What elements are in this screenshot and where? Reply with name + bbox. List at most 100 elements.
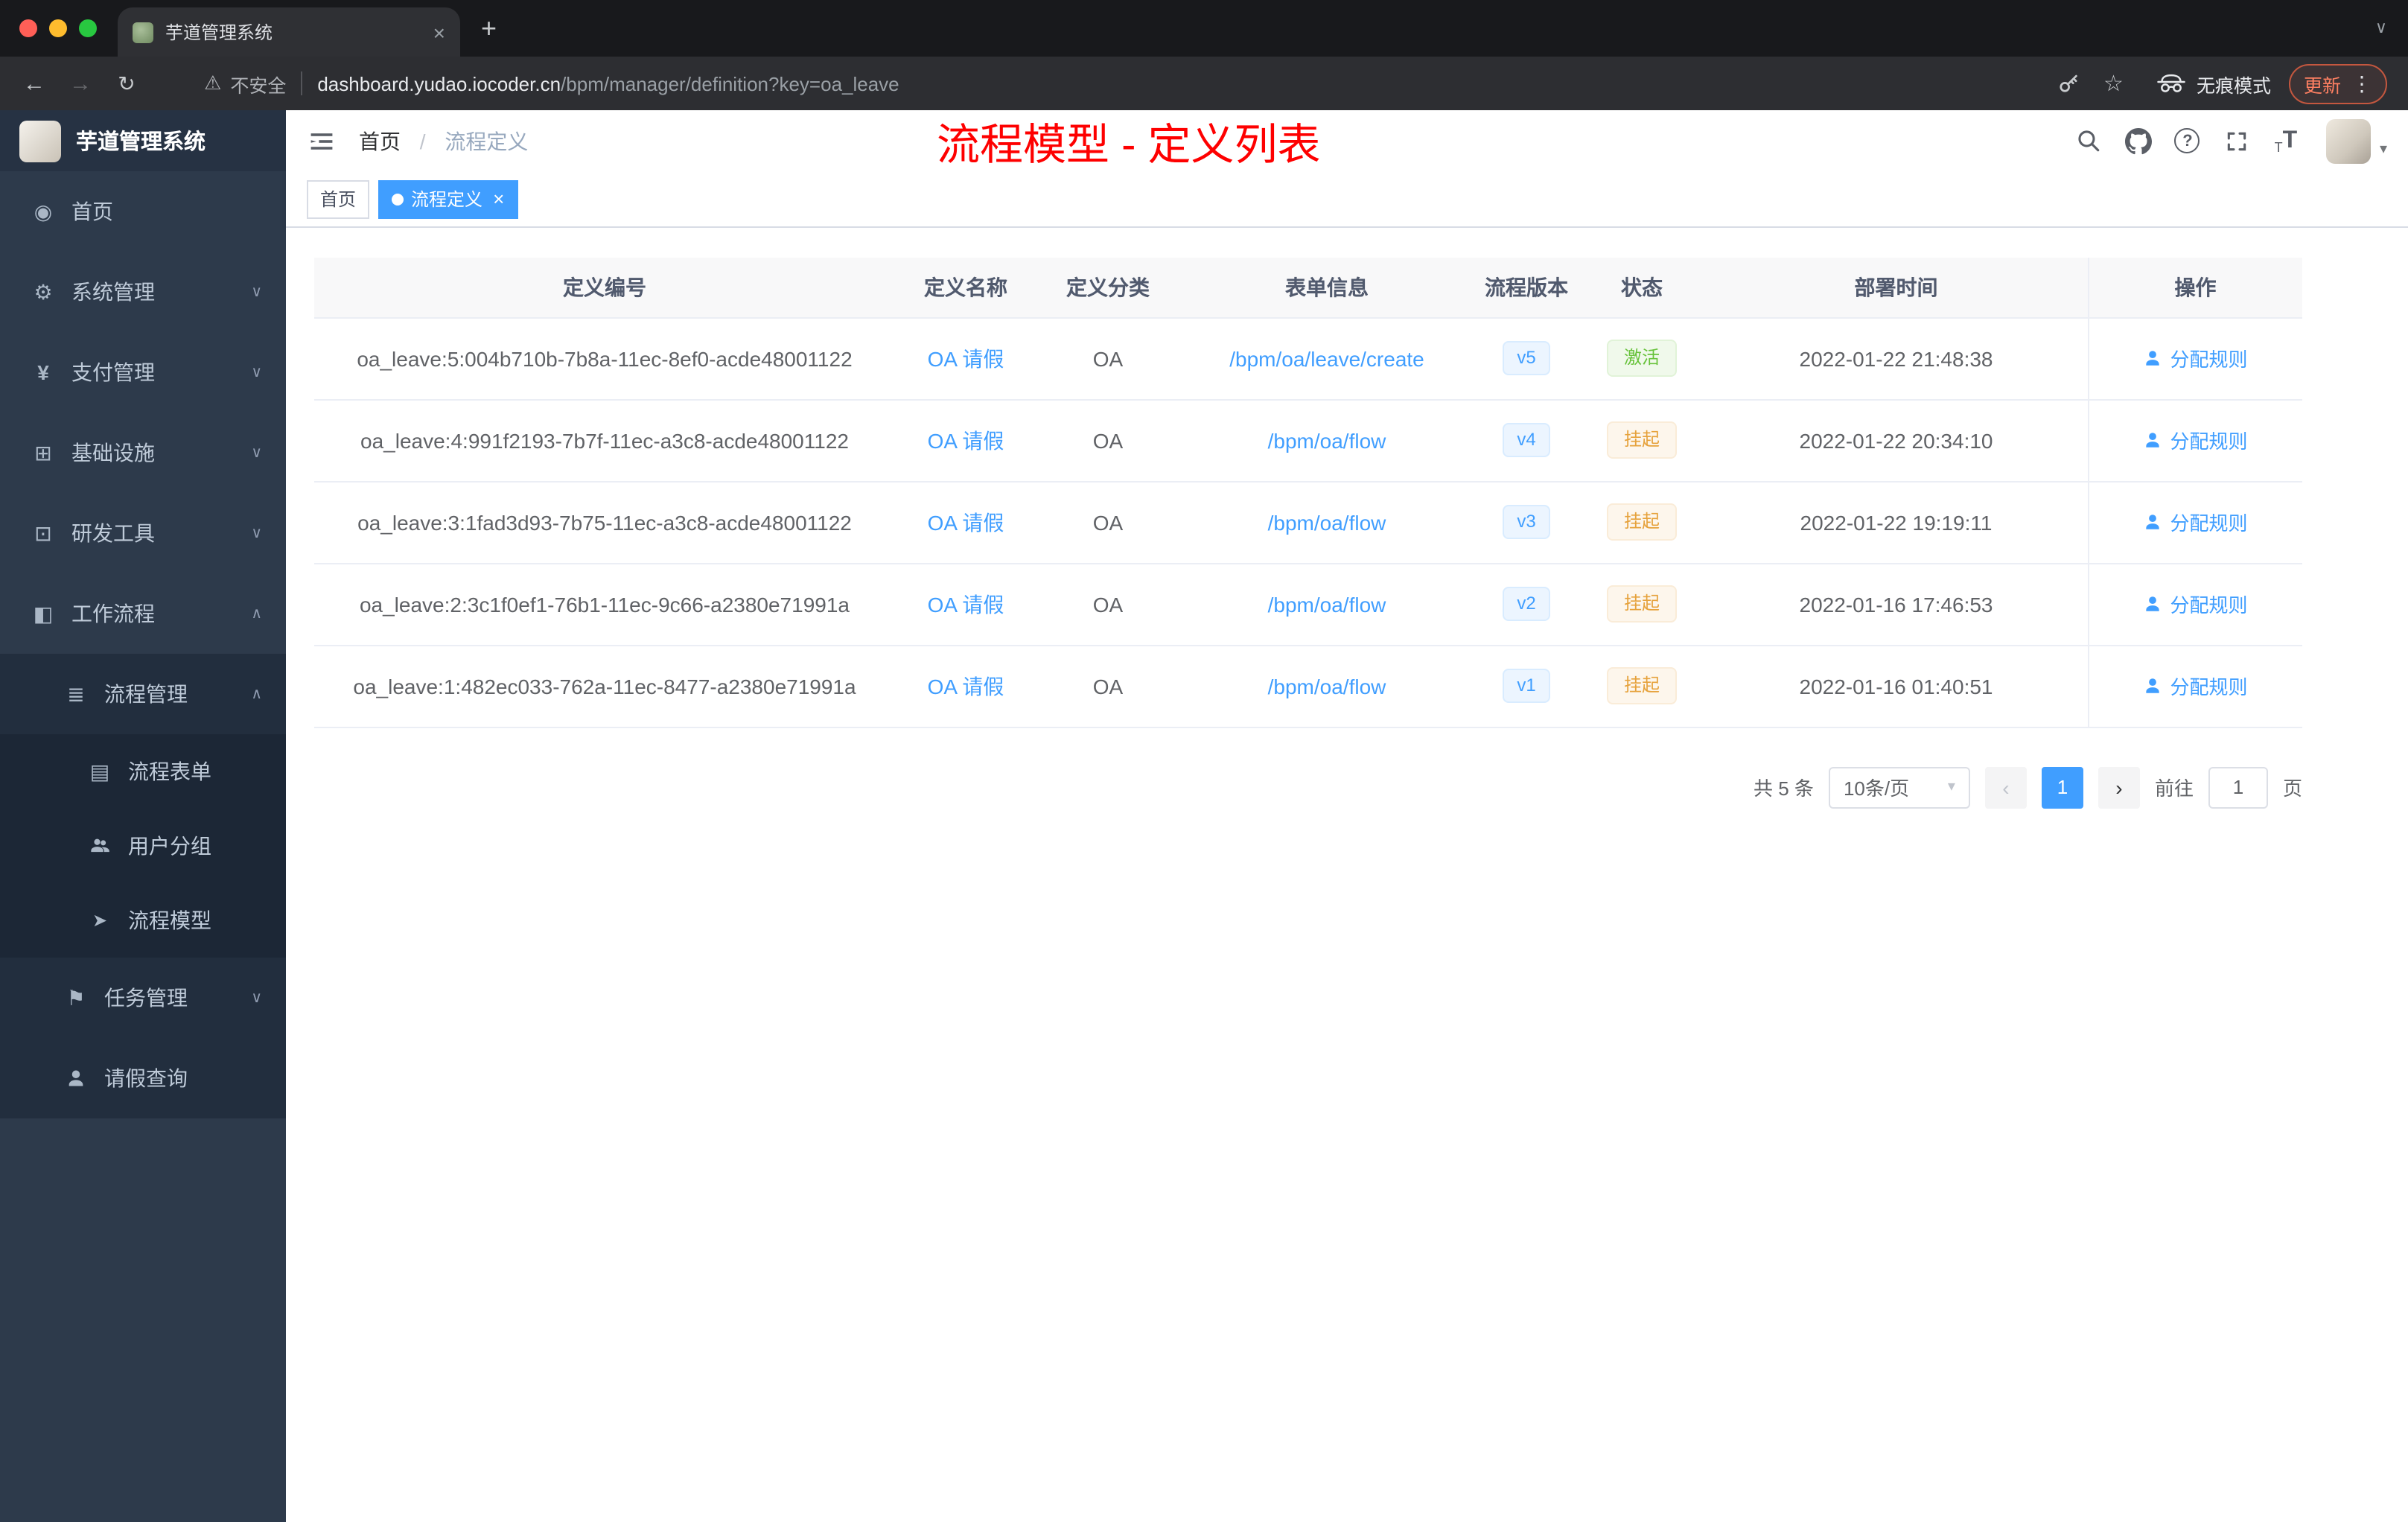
back-button[interactable]: ← xyxy=(15,64,54,103)
tag-home[interactable]: 首页 xyxy=(307,179,370,218)
assign-rule-label: 分配规则 xyxy=(2170,676,2248,698)
forward-button[interactable]: → xyxy=(61,64,100,103)
assign-rule-link[interactable]: 分配规则 xyxy=(2143,508,2248,536)
column-header: 定义名称 xyxy=(895,258,1036,318)
address-bar: ← → ↻ ⚠ 不安全 dashboard.yudao.iocoder.cn/b… xyxy=(0,57,2408,110)
sidebar-collapse-icon[interactable] xyxy=(308,127,335,154)
bookmark-star-icon[interactable]: ☆ xyxy=(2103,70,2124,97)
sidebar-item-label: 用户分组 xyxy=(128,834,211,858)
form-link[interactable]: /bpm/oa/leave/create xyxy=(1229,346,1424,370)
github-icon[interactable] xyxy=(2119,121,2158,160)
avatar[interactable] xyxy=(2325,118,2371,163)
sidebar-item-payment-management[interactable]: 支付管理 xyxy=(0,332,286,413)
assign-rule-link[interactable]: 分配规则 xyxy=(2143,426,2248,454)
help-icon[interactable] xyxy=(2168,121,2207,160)
form-icon xyxy=(83,759,116,784)
workflow-icon xyxy=(27,601,60,626)
assign-rule-link[interactable]: 分配规则 xyxy=(2143,672,2248,700)
assign-rule-link[interactable]: 分配规则 xyxy=(2143,344,2248,372)
pagination: 共 5 条 10条/页 ‹ 1 › 前往 页 xyxy=(314,766,2302,808)
column-header: 定义编号 xyxy=(314,258,895,318)
url-path: /bpm/manager/definition?key=oa_leave xyxy=(561,72,899,95)
sidebar: 芋道管理系统 首页 系统管理 支付管理 基础设施 xyxy=(0,110,286,1522)
user-icon xyxy=(2146,351,2160,366)
search-icon[interactable] xyxy=(2070,121,2109,160)
table-header-row: 定义编号 定义名称 定义分类 表单信息 流程版本 状态 部署时间 操作 xyxy=(314,258,2302,318)
dashboard-icon xyxy=(27,199,60,224)
tasks-icon xyxy=(60,985,92,1010)
sidebar-item-infrastructure[interactable]: 基础设施 xyxy=(0,413,286,493)
update-label: 更新 xyxy=(2303,75,2341,96)
dev-tools-icon xyxy=(27,520,60,546)
tag-process-definition[interactable]: 流程定义 xyxy=(378,179,518,218)
refresh-button[interactable]: ↻ xyxy=(107,64,146,103)
form-link[interactable]: /bpm/oa/flow xyxy=(1268,510,1386,534)
tab-title: 芋道管理系统 xyxy=(165,22,273,43)
sidebar-item-dev-tools[interactable]: 研发工具 xyxy=(0,493,286,573)
prev-page-button[interactable]: ‹ xyxy=(1984,766,2027,808)
definition-name-link[interactable]: OA 请假 xyxy=(928,510,1004,534)
sidebar-item-home[interactable]: 首页 xyxy=(0,171,286,252)
definition-name-link[interactable]: OA 请假 xyxy=(928,592,1004,616)
font-size-icon[interactable] xyxy=(2267,121,2305,160)
sidebar-logo[interactable]: 芋道管理系统 xyxy=(0,110,286,171)
sidebar-item-system-management[interactable]: 系统管理 xyxy=(0,252,286,332)
category-cell: OA xyxy=(1036,317,1179,400)
page-1-button[interactable]: 1 xyxy=(2041,766,2083,808)
app-frame: 芋道管理系统 首页 系统管理 支付管理 基础设施 xyxy=(0,110,2408,1522)
definition-name-link[interactable]: OA 请假 xyxy=(928,428,1004,452)
category-cell: OA xyxy=(1036,645,1179,727)
sidebar-item-process-form[interactable]: 流程表单 xyxy=(0,734,286,809)
zoom-window-button[interactable] xyxy=(79,19,97,37)
fullscreen-icon[interactable] xyxy=(2217,121,2256,160)
table-row: oa_leave:4:991f2193-7b7f-11ec-a3c8-acde4… xyxy=(314,399,2302,482)
category-cell: OA xyxy=(1036,399,1179,482)
pagination-total: 共 5 条 xyxy=(1754,777,1814,800)
goto-page-input[interactable] xyxy=(2208,766,2268,808)
browser-menu-icon[interactable]: ⋮ xyxy=(2351,71,2372,96)
form-link[interactable]: /bpm/oa/flow xyxy=(1268,674,1386,698)
close-icon[interactable] xyxy=(493,189,504,208)
new-tab-button[interactable]: + xyxy=(481,15,497,42)
definition-id-cell: oa_leave:5:004b710b-7b8a-11ec-8ef0-acde4… xyxy=(314,317,895,400)
assign-rule-label: 分配规则 xyxy=(2170,348,2248,371)
security-chip[interactable]: ⚠ 不安全 xyxy=(204,69,286,98)
minimize-window-button[interactable] xyxy=(49,19,67,37)
column-header: 流程版本 xyxy=(1474,258,1579,318)
table-row: oa_leave:3:1fad3d93-7b75-11ec-a3c8-acde4… xyxy=(314,481,2302,564)
sidebar-item-user-group[interactable]: 用户分组 xyxy=(0,809,286,883)
sidebar-item-workflow[interactable]: 工作流程 xyxy=(0,573,286,654)
column-header: 表单信息 xyxy=(1179,258,1474,318)
next-page-button[interactable]: › xyxy=(2098,766,2140,808)
definition-name-link[interactable]: OA 请假 xyxy=(928,674,1004,698)
column-header: 操作 xyxy=(2087,258,2302,318)
breadcrumb-separator: / xyxy=(419,129,426,153)
browser-tab[interactable]: 芋道管理系统 × xyxy=(118,7,460,57)
sidebar-item-leave-query[interactable]: 请假查询 xyxy=(0,1038,286,1118)
chevron-down-icon xyxy=(251,364,262,380)
url-field[interactable]: dashboard.yudao.iocoder.cn/bpm/manager/d… xyxy=(317,72,2044,95)
assign-rule-label: 分配规则 xyxy=(2170,430,2248,453)
assign-rule-link[interactable]: 分配规则 xyxy=(2143,590,2248,618)
sidebar-item-task-management[interactable]: 任务管理 xyxy=(0,958,286,1038)
annotation-title: 流程模型 - 定义列表 xyxy=(937,121,1321,169)
goto-label: 前往 xyxy=(2154,777,2194,800)
page-unit-label: 页 xyxy=(2282,777,2302,800)
password-key-icon[interactable] xyxy=(2056,71,2080,95)
sidebar-item-label: 流程表单 xyxy=(128,760,211,783)
close-window-button[interactable] xyxy=(19,19,37,37)
form-link[interactable]: /bpm/oa/flow xyxy=(1268,428,1386,452)
tab-close-icon[interactable]: × xyxy=(433,22,445,42)
tab-search-chevron-icon[interactable]: ∨ xyxy=(2375,18,2387,37)
user-icon xyxy=(2146,515,2160,529)
definition-name-link[interactable]: OA 请假 xyxy=(928,346,1004,370)
user-group-icon xyxy=(83,835,116,856)
sidebar-item-process-management[interactable]: 流程管理 xyxy=(0,654,286,734)
page-size-select[interactable]: 10条/页 xyxy=(1828,766,1970,808)
sidebar-item-process-model[interactable]: 流程模型 xyxy=(0,883,286,958)
form-link[interactable]: /bpm/oa/flow xyxy=(1268,592,1386,616)
chevron-down-icon[interactable] xyxy=(2380,141,2387,163)
update-button[interactable]: 更新 ⋮ xyxy=(2288,63,2387,104)
breadcrumb-home-link[interactable]: 首页 xyxy=(359,129,401,153)
chevron-up-icon xyxy=(251,605,262,622)
